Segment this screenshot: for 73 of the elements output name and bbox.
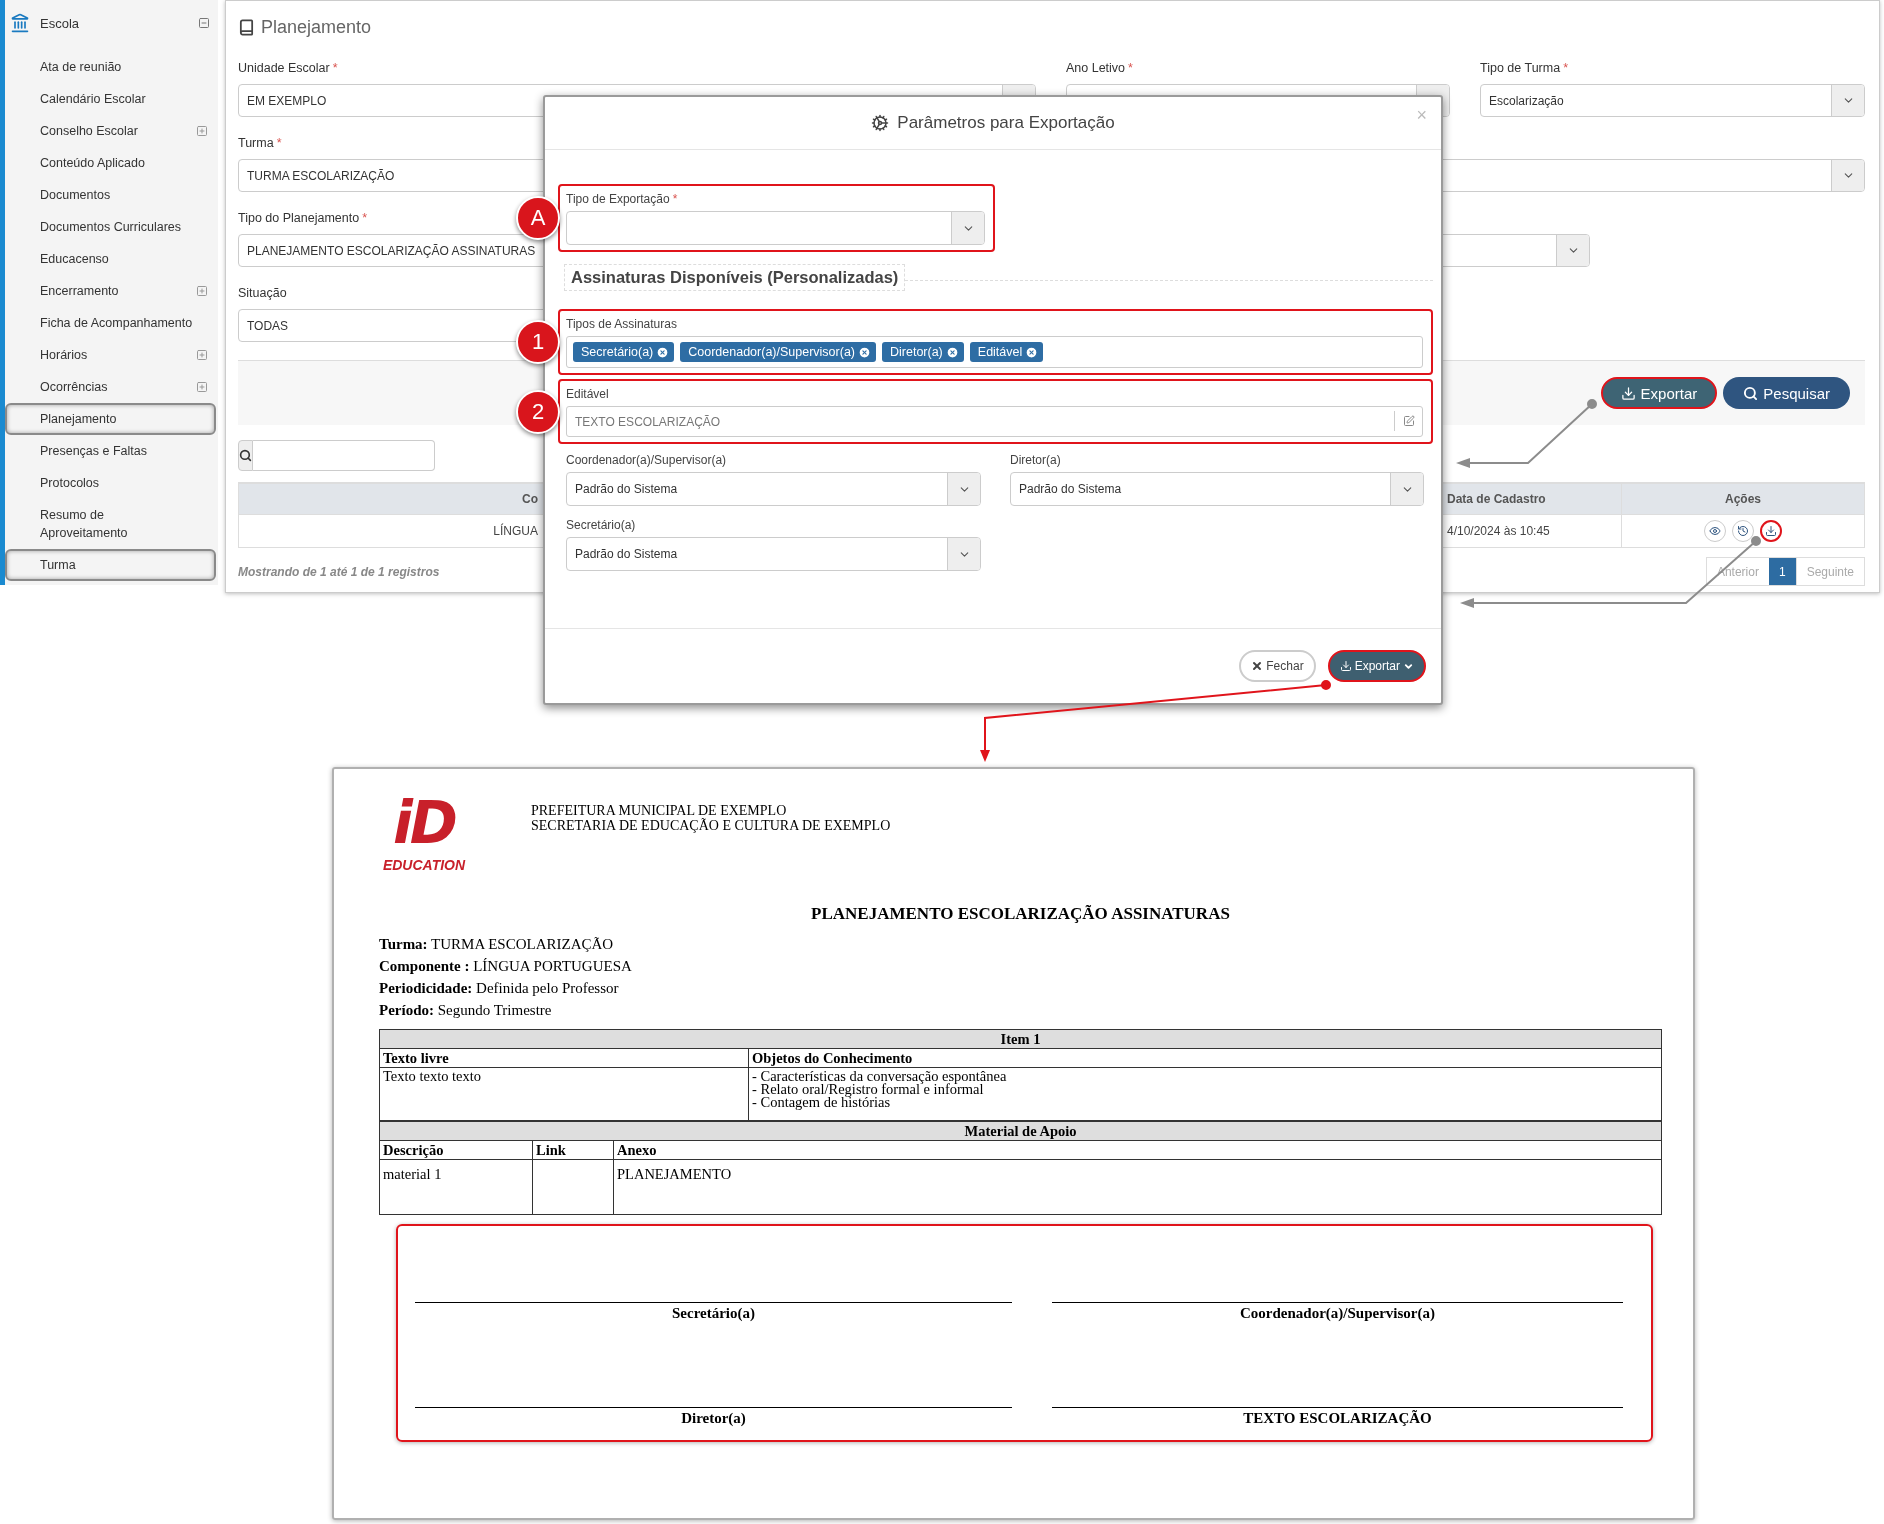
close-button[interactable]: Fechar xyxy=(1239,650,1316,682)
table-cell-text: LÍNGUA xyxy=(492,522,539,540)
info-line: Período: Segundo Trimestre xyxy=(379,1001,553,1020)
select-field[interactable]: Escolarização xyxy=(1480,84,1865,117)
logo-wordmark: EDUCATION xyxy=(382,857,466,873)
table-caption: Item 1 xyxy=(379,1029,1662,1049)
field-label: Situação xyxy=(238,285,287,302)
sidebar-item[interactable]: Ata de reunião xyxy=(5,51,216,83)
search-button[interactable]: Pesquisar xyxy=(1723,377,1850,409)
tag: Editável xyxy=(969,342,1044,362)
field-label: Diretor(a) xyxy=(1010,452,1062,468)
field-label: Editável xyxy=(566,386,610,402)
column-header: Co xyxy=(521,491,539,508)
signature-label: TEXTO ESCOLARIZAÇÃO xyxy=(1243,1410,1432,1426)
page-button[interactable]: 1 xyxy=(1768,558,1796,585)
callout-badge: 1 xyxy=(516,320,560,364)
field-label: Ano Letivo * xyxy=(1066,60,1133,77)
signature-label: Coordenador(a)/Supervisor(a) xyxy=(1240,1305,1435,1321)
table-cell: Texto texto texto xyxy=(379,1067,749,1121)
tag: Secretário(a) xyxy=(573,342,675,362)
sidebar-item[interactable]: Planejamento xyxy=(5,403,216,435)
table-cell: material 1 xyxy=(379,1159,533,1215)
field-label: Coordenador(a)/Supervisor(a) xyxy=(566,452,728,468)
info-line: Periodicidade: Definida pelo Professor xyxy=(379,979,620,998)
tag: Coordenador(a)/Supervisor(a) xyxy=(680,342,876,362)
header-line: SECRETARIA DE EDUCAÇÃO E CULTURA DE EXEMPLO xyxy=(531,818,891,833)
input-field[interactable]: TEXTO ESCOLARIZAÇÃO xyxy=(566,406,1423,437)
field-label: Secretário(a) xyxy=(566,517,637,533)
sidebar-item[interactable]: Conselho Escolar xyxy=(5,115,216,147)
sidebar-item[interactable]: Resumo de Aproveitamento xyxy=(5,499,216,549)
sidebar-item[interactable]: Educacenso xyxy=(5,243,216,275)
info-line: Turma: TURMA ESCOLARIZAÇÃO xyxy=(379,935,615,954)
field-label: Tipos de Assinaturas xyxy=(566,316,678,332)
sidebar-item[interactable]: Calendário Escolar xyxy=(5,83,216,115)
callout-badge: A xyxy=(516,196,560,240)
field-label: Tipo de Exportação * xyxy=(566,191,679,207)
logo-mark: iD xyxy=(393,791,455,855)
report-title: PLANEJAMENTO ESCOLARIZAÇÃO ASSINATURAS xyxy=(810,903,1231,925)
export-button[interactable]: Exportar xyxy=(1600,377,1718,409)
sidebar-item[interactable]: Protocolos xyxy=(5,467,216,499)
export-button[interactable]: Exportar xyxy=(1327,650,1426,682)
sidebar-item[interactable]: Horários xyxy=(5,339,216,371)
field-label: Tipo do Planejamento * xyxy=(238,210,368,227)
info-line: Componente : LÍNGUA PORTUGUESA xyxy=(379,957,633,976)
table-cell: - Características da conversação espontânea - Relato oral/Registro formal e informal - Contagem de histórias xyxy=(748,1067,1662,1121)
sidebar-item[interactable]: Encerramento xyxy=(5,275,216,307)
section-title: Assinaturas Disponíveis (Personalizadas) xyxy=(564,264,906,291)
sidebar-item[interactable]: Documentos Curriculares xyxy=(5,211,216,243)
column-header: Data de Cadastro xyxy=(1446,491,1547,508)
table-cell-text: 4/10/2024 às 10:45 xyxy=(1446,523,1551,540)
select-field[interactable]: Padrão do Sistema xyxy=(1010,472,1424,506)
field-label: Unidade Escolar * xyxy=(238,60,338,77)
records-summary: Mostrando de 1 até 1 de 1 registros xyxy=(238,564,440,579)
sidebar-item[interactable]: Documentos xyxy=(5,179,216,211)
field-label: Tipo de Turma * xyxy=(1480,60,1568,77)
sidebar-item[interactable]: Conteúdo Aplicado xyxy=(5,147,216,179)
sidebar-item[interactable]: Presenças e Faltas xyxy=(5,435,216,467)
dialog-title: Parâmetros para Exportação xyxy=(897,113,1115,133)
select-field[interactable]: Padrão do Sistema xyxy=(566,537,981,571)
table-cell: PLANEJAMENTO xyxy=(613,1159,1662,1215)
select-field[interactable]: Padrão do Sistema xyxy=(566,472,981,506)
signature-label: Secretário(a) xyxy=(672,1305,755,1321)
sidebar-heading[interactable]: Escola xyxy=(40,15,188,31)
tag-input[interactable]: Secretário(a) Coordenador(a)/Supervisor(a) Diretor(a) Editável xyxy=(566,336,1423,368)
sidebar-item[interactable]: Turma xyxy=(5,549,216,581)
header-line: PREFEITURA MUNICIPAL DE EXEMPLO xyxy=(531,803,788,818)
signature-label: Diretor(a) xyxy=(681,1410,746,1426)
tag: Diretor(a) xyxy=(882,342,964,362)
sidebar-item[interactable]: Ficha de Acompanhamento xyxy=(5,307,216,339)
table-caption: Material de Apoio xyxy=(379,1121,1662,1141)
field-label: Turma * xyxy=(238,135,282,152)
sidebar-item[interactable]: Ocorrências xyxy=(5,371,216,403)
page-title: Planejamento xyxy=(261,16,372,38)
